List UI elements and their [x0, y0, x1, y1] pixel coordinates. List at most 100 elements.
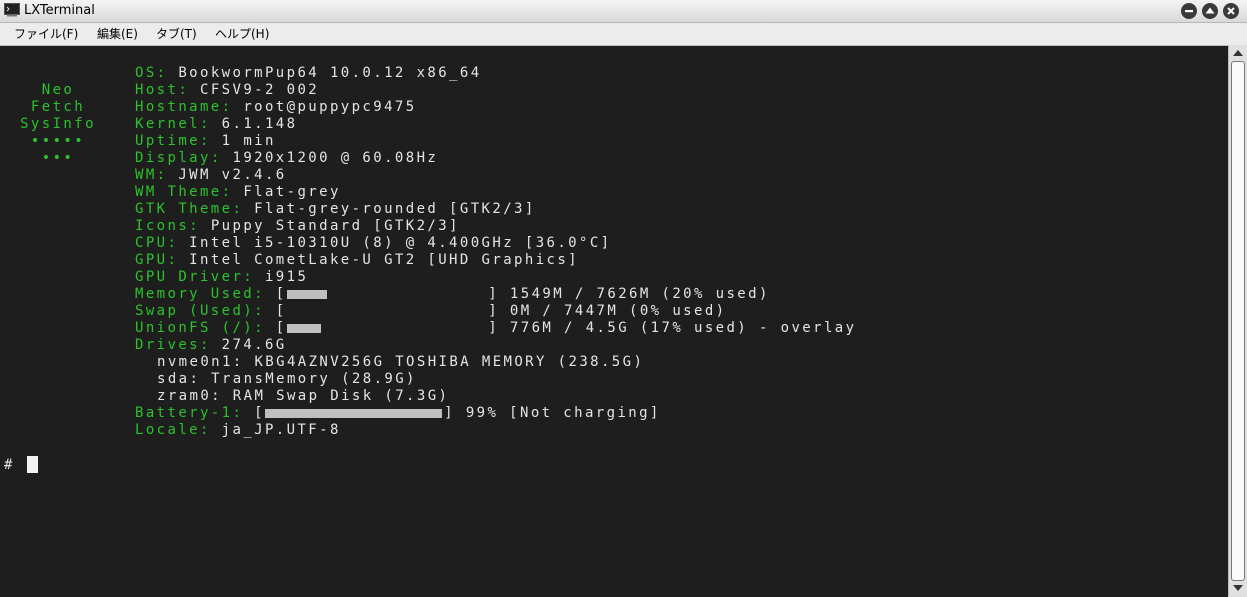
- menu-edit[interactable]: 編集(E): [97, 26, 138, 42]
- separator: :: [199, 422, 222, 438]
- separator: :: [232, 405, 255, 421]
- usage-key: Swap (Used): [135, 303, 255, 319]
- separator: :: [167, 235, 190, 251]
- close-button[interactable]: [1223, 3, 1239, 19]
- usage-row: Memory Used: [] 1549M / 7626M (20% used): [135, 286, 856, 303]
- terminal-icon: [4, 3, 20, 17]
- minimize-button[interactable]: [1181, 3, 1197, 19]
- info-row: Uptime: 1 min: [135, 133, 856, 150]
- info-key: Hostname: [135, 99, 222, 115]
- logo-line: SysInfo: [20, 116, 96, 132]
- info-row: CPU: Intel i5-10310U (8) @ 4.400GHz [36.…: [135, 235, 856, 252]
- locale-value: ja_JP.UTF-8: [221, 422, 341, 438]
- info-value: CFSV9-2 002: [200, 82, 320, 98]
- separator: :: [167, 252, 190, 268]
- separator: :: [156, 65, 179, 81]
- minimize-icon: [1185, 10, 1193, 13]
- info-value: 6.1.148: [221, 116, 298, 132]
- maximize-icon: [1205, 7, 1215, 14]
- usage-value: 776M / 4.5G (17% used) - overlay: [509, 320, 857, 336]
- usage-bar-fill: [286, 324, 321, 333]
- info-value: 1920x1200 @ 60.08Hz: [232, 150, 439, 166]
- menu-tabs[interactable]: タブ(T): [156, 26, 197, 42]
- close-icon: [1227, 7, 1235, 15]
- usage-bar: [287, 303, 489, 320]
- bar-bracket: [: [275, 303, 287, 319]
- usage-bar: [264, 405, 444, 422]
- menu-file[interactable]: ファイル(F): [14, 26, 78, 42]
- info-key: GPU: [135, 252, 168, 268]
- info-key: Display: [135, 150, 211, 166]
- info-key: OS: [135, 65, 157, 81]
- bar-bracket: [: [275, 320, 287, 336]
- info-value: BookwormPup64 10.0.12 x86_64: [178, 65, 482, 81]
- lxterminal-window: LXTerminal ファイル(F) 編集(E) タブ(T) ヘルプ(H) Ne…: [0, 0, 1247, 597]
- window-title: LXTerminal: [24, 3, 95, 18]
- info-key: WM Theme: [135, 184, 222, 200]
- drive-value: zram0: RAM Swap Disk (7.3G): [157, 388, 450, 404]
- terminal-output[interactable]: Neo Fetch SysInfo ••••• ••• OS: Bookworm…: [0, 45, 1228, 597]
- vertical-scrollbar[interactable]: [1228, 45, 1247, 596]
- bar-bracket: [: [254, 405, 265, 421]
- info-row: Display: 1920x1200 @ 60.08Hz: [135, 150, 856, 167]
- scroll-down-icon[interactable]: [1233, 585, 1243, 591]
- separator: :: [221, 99, 244, 115]
- drives-key: Drives: [135, 337, 200, 353]
- separator: :: [221, 184, 244, 200]
- locale-row: Locale: ja_JP.UTF-8: [135, 422, 856, 439]
- separator: :: [199, 116, 222, 132]
- battery-value: 99% [Not charging]: [465, 405, 661, 421]
- separator: :: [254, 286, 276, 302]
- info-value: JWM v2.4.6: [178, 167, 287, 183]
- drives-row: Drives: 274.6G: [135, 337, 856, 354]
- info-row: OS: BookwormPup64 10.0.12 x86_64: [135, 65, 856, 82]
- info-row: GTK Theme: Flat-grey-rounded [GTK2/3]: [135, 201, 856, 218]
- scroll-up-icon[interactable]: [1233, 50, 1243, 56]
- logo-line: Neo: [41, 82, 75, 98]
- scrollbar-thumb[interactable]: [1231, 61, 1245, 581]
- locale-key: Locale: [135, 422, 200, 438]
- info-key: Icons: [135, 218, 190, 234]
- usage-bar-fill: [286, 290, 327, 299]
- battery-row: Battery-1: [] 99% [Not charging]: [135, 405, 856, 422]
- maximize-button[interactable]: [1202, 3, 1218, 19]
- drives-total: 274.6G: [221, 337, 287, 353]
- usage-bar-fill: [264, 409, 442, 418]
- info-value: Flat-grey-rounded [GTK2/3]: [254, 201, 536, 217]
- usage-row: UnionFS (/): [] 776M / 4.5G (17% used) -…: [135, 320, 856, 337]
- drive-item: sda: TransMemory (28.9G): [135, 371, 856, 388]
- drive-item: zram0: RAM Swap Disk (7.3G): [135, 388, 856, 405]
- info-value: Puppy Standard [GTK2/3]: [210, 218, 460, 234]
- drive-value: nvme0n1: KBG4AZNV256G TOSHIBA MEMORY (23…: [157, 354, 645, 370]
- usage-bar: [286, 320, 489, 337]
- info-row: WM Theme: Flat-grey: [135, 184, 856, 201]
- separator: :: [178, 82, 200, 98]
- info-key: GPU Driver: [135, 269, 244, 285]
- separator: :: [199, 337, 222, 353]
- menu-help[interactable]: ヘルプ(H): [215, 26, 269, 42]
- usage-key: UnionFS (/): [135, 320, 255, 336]
- logo-line: Fetch: [30, 99, 86, 115]
- bar-bracket: ]: [444, 405, 466, 421]
- battery-key: Battery-1: [135, 405, 233, 421]
- separator: :: [254, 320, 276, 336]
- logo-line: •••••: [30, 133, 86, 149]
- info-value: root@puppypc9475: [243, 99, 417, 115]
- usage-key: Memory Used: [135, 286, 255, 302]
- shell-prompt: #: [4, 457, 15, 473]
- separator: :: [156, 167, 179, 183]
- logo-line: •••: [41, 150, 75, 166]
- info-key: Kernel: [135, 116, 200, 132]
- info-row: Kernel: 6.1.148: [135, 116, 856, 133]
- bar-bracket: ]: [488, 320, 510, 336]
- bar-bracket: ]: [488, 303, 510, 319]
- info-value: i915: [264, 269, 309, 285]
- info-row: GPU Driver: i915: [135, 269, 856, 286]
- title-bar[interactable]: LXTerminal: [0, 0, 1247, 23]
- drive-item: nvme0n1: KBG4AZNV256G TOSHIBA MEMORY (23…: [135, 354, 856, 371]
- separator: :: [199, 133, 222, 149]
- info-row: WM: JWM v2.4.6: [135, 167, 856, 184]
- info-row: GPU: Intel CometLake-U GT2 [UHD Graphics…: [135, 252, 856, 269]
- separator: :: [189, 218, 211, 234]
- info-value: 1 min: [221, 133, 276, 149]
